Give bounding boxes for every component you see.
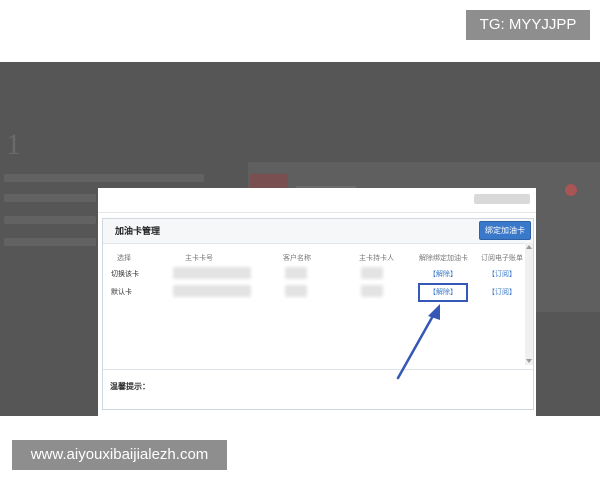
tips-label: 温馨提示： bbox=[110, 382, 150, 391]
panel-divider bbox=[103, 369, 533, 370]
scroll-up-icon[interactable] bbox=[526, 245, 532, 249]
subscribe-link[interactable]: 【订阅】 bbox=[488, 287, 516, 297]
subscribe-link[interactable]: 【订阅】 bbox=[488, 269, 516, 279]
masked-customer-name bbox=[285, 267, 307, 279]
dialog-header-text bbox=[474, 194, 530, 204]
table-scrollbar[interactable] bbox=[525, 243, 533, 365]
bind-card-button[interactable]: 绑定加油卡 bbox=[479, 221, 531, 240]
highlight-box bbox=[418, 283, 468, 302]
panel-header: 加油卡管理 绑定加油卡 bbox=[103, 219, 533, 244]
column-header-subscribe: 订阅电子账单 bbox=[481, 255, 523, 262]
card-management-panel: 加油卡管理 绑定加油卡 选择 主卡卡号 客户名称 主卡持卡人 解除绑定加油卡 订… bbox=[102, 218, 534, 410]
site-watermark: www.aiyouxibaijialezh.com bbox=[12, 440, 227, 470]
masked-cardholder bbox=[361, 267, 383, 279]
masked-card-number bbox=[173, 267, 251, 279]
panel-title: 加油卡管理 bbox=[115, 226, 161, 236]
masked-customer-name bbox=[285, 285, 307, 297]
fuel-card-dialog: 加油卡管理 绑定加油卡 选择 主卡卡号 客户名称 主卡持卡人 解除绑定加油卡 订… bbox=[98, 188, 536, 416]
masked-card-number bbox=[173, 285, 251, 297]
row-select-cell[interactable]: 默认卡 bbox=[111, 287, 132, 297]
column-header-card-number: 主卡卡号 bbox=[185, 255, 213, 262]
background-text-line bbox=[4, 216, 96, 224]
screenshot-area: 1 加油卡管理 绑定加油卡 选择 主卡卡号 客户名称 主卡持卡人 解除绑定加油卡… bbox=[0, 62, 600, 416]
unbind-link[interactable]: 【解除】 bbox=[429, 269, 457, 279]
dialog-header bbox=[98, 188, 536, 213]
column-header-unbind: 解除绑定加油卡 bbox=[419, 255, 468, 262]
column-header-select: 选择 bbox=[117, 255, 131, 262]
tg-watermark: TG: MYYJJPP bbox=[466, 10, 590, 40]
close-icon bbox=[565, 184, 577, 196]
background-step-number: 1 bbox=[6, 128, 21, 161]
background-text-line bbox=[4, 238, 96, 246]
column-header-customer-name: 客户名称 bbox=[283, 255, 311, 262]
scroll-down-icon[interactable] bbox=[526, 359, 532, 363]
masked-cardholder bbox=[361, 285, 383, 297]
column-header-cardholder: 主卡持卡人 bbox=[359, 255, 394, 262]
background-text-line bbox=[4, 174, 204, 182]
row-select-cell[interactable]: 切换该卡 bbox=[111, 269, 139, 279]
background-text-line bbox=[4, 194, 96, 202]
